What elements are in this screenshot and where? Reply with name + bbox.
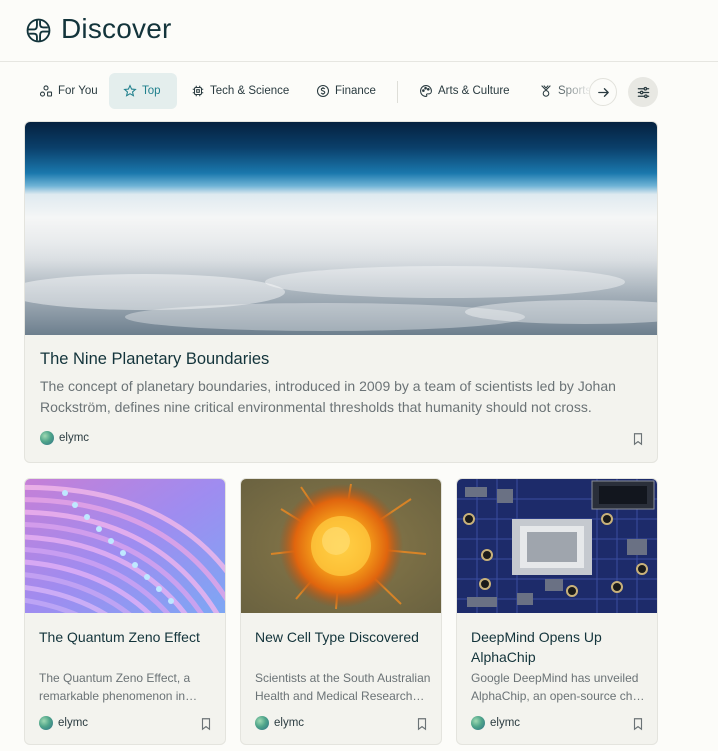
- author-name: elymc: [490, 717, 521, 729]
- tab-top[interactable]: Top: [109, 73, 177, 109]
- tab-arts-culture[interactable]: Arts & Culture: [411, 73, 518, 109]
- sliders-icon: [637, 86, 649, 98]
- bookmark-icon[interactable]: [631, 432, 645, 446]
- article-card[interactable]: New Cell Type Discovered Scientists at t…: [240, 478, 442, 745]
- tab-label: Finance: [335, 85, 376, 97]
- article-title[interactable]: DeepMind Opens Up AlphaChip: [471, 627, 647, 667]
- quantum-rings-image: [25, 479, 225, 613]
- page-header: Discover: [0, 0, 718, 62]
- bookmark-icon[interactable]: [631, 717, 645, 731]
- article-author[interactable]: elymc: [471, 716, 520, 730]
- tab-label: For You: [58, 85, 98, 97]
- article-title[interactable]: The Quantum Zeno Effect: [39, 627, 215, 647]
- tab-tech-science[interactable]: Tech & Science: [183, 73, 297, 109]
- tab-label: Arts & Culture: [438, 85, 510, 97]
- author-name: elymc: [274, 717, 305, 729]
- featured-article-description: The concept of planetary boundaries, int…: [40, 378, 616, 415]
- trophy-icon: [541, 85, 551, 97]
- tab-label: Sports: [558, 85, 592, 97]
- article-card[interactable]: DeepMind Opens Up AlphaChip Google DeepM…: [456, 478, 658, 745]
- author-name: elymc: [59, 432, 90, 444]
- page-title: Discover: [61, 13, 172, 44]
- article-author[interactable]: elymc: [255, 716, 304, 730]
- discover-globe-icon: [26, 18, 51, 43]
- article-title[interactable]: New Cell Type Discovered: [255, 627, 431, 647]
- article-author[interactable]: elymc: [39, 716, 88, 730]
- tab-finance[interactable]: Finance: [308, 73, 384, 109]
- cell-microscopy-image: [241, 479, 441, 613]
- circuit-board-image: [457, 479, 657, 613]
- article-description: Google DeepMind has unveiled AlphaChip, …: [471, 671, 642, 703]
- earth-horizon-image: [25, 122, 657, 335]
- bookmark-icon[interactable]: [199, 717, 213, 731]
- scroll-tabs-right-button[interactable]: [589, 78, 617, 106]
- avatar: [40, 431, 54, 445]
- arrow-right-icon: [597, 87, 609, 97]
- people-icon: [39, 85, 53, 97]
- avatar: [255, 716, 269, 730]
- dollar-icon: [316, 84, 330, 98]
- star-icon: [123, 84, 137, 97]
- bookmark-icon[interactable]: [415, 717, 429, 731]
- palette-icon: [420, 85, 432, 97]
- author-name: elymc: [58, 717, 89, 729]
- featured-article-card[interactable]: The Nine Planetary Boundaries The concep…: [24, 121, 658, 463]
- featured-article-title[interactable]: The Nine Planetary Boundaries: [40, 350, 269, 369]
- article-card[interactable]: The Quantum Zeno Effect The Quantum Zeno…: [24, 478, 226, 745]
- category-tabs: For You Top Tech & Science Finance Arts …: [0, 73, 718, 110]
- article-description: Scientists at the South Australian Healt…: [255, 671, 431, 703]
- article-author[interactable]: elymc: [40, 431, 89, 445]
- tab-for-you[interactable]: For You: [31, 73, 106, 109]
- tab-label: Top: [142, 85, 161, 97]
- avatar: [39, 716, 53, 730]
- tab-label: Tech & Science: [210, 85, 290, 97]
- article-description: The Quantum Zeno Effect, a remarkable ph…: [39, 671, 191, 703]
- chip-icon: [192, 85, 204, 97]
- avatar: [471, 716, 485, 730]
- filter-settings-button[interactable]: [628, 77, 658, 107]
- tab-divider: [397, 81, 398, 103]
